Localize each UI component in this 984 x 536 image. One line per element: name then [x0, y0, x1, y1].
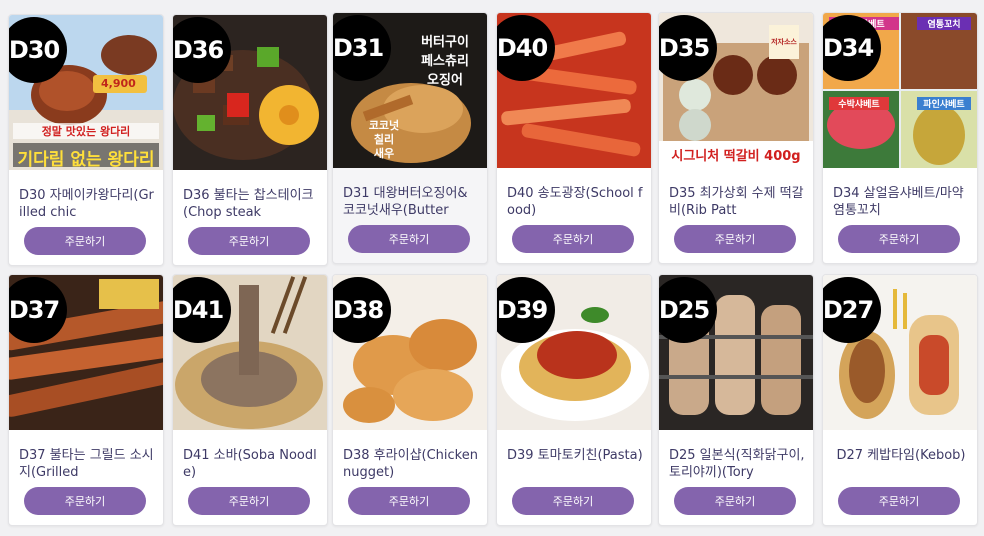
- menu-name: D31 대왕버터오징어&코코넛새우(Butter: [343, 186, 468, 218]
- order-button[interactable]: 주문하기: [24, 227, 146, 255]
- price-tag: 4,900: [101, 77, 136, 90]
- menu-card-d27[interactable]: D27 D27 케밥타임(Kebob) 주문하기: [822, 274, 978, 526]
- menu-name: D30 자메이카왕다리(Grilled chic: [19, 188, 154, 220]
- image-caption: 시그니처 떡갈비 400g: [671, 149, 801, 164]
- order-button[interactable]: 주문하기: [838, 225, 960, 253]
- image-caption: 파인샤베트: [917, 97, 971, 110]
- menu-card-d25[interactable]: D25 D25 일본식(직화닭구이,토리야끼)(Tory 주문하기: [658, 274, 814, 526]
- image-caption: 수박샤베트: [829, 97, 889, 110]
- menu-name: D25 일본식(직화닭구이,토리야끼)(Tory: [669, 448, 805, 480]
- order-button[interactable]: 주문하기: [188, 227, 310, 255]
- order-button[interactable]: 주문하기: [512, 487, 634, 515]
- menu-card-d34[interactable]: 망고샤베트 염통꼬치 수박샤베트 파인샤베트 D34 D34 살얼음샤베트/마약…: [822, 12, 978, 264]
- image-caption: 오징어: [427, 73, 463, 88]
- menu-card-d41[interactable]: D41 D41 소바(Soba Noodle) 주문하기: [172, 274, 328, 526]
- menu-card-d40[interactable]: D40 D40 송도광장(School food) 주문하기: [496, 12, 652, 264]
- order-button[interactable]: 주문하기: [674, 487, 796, 515]
- order-button[interactable]: 주문하기: [24, 487, 146, 515]
- menu-card-d31[interactable]: 버터구이 페스츄리 오징어 코코넛 칠리 새우 D31 D31 대왕버터오징어&…: [332, 12, 488, 264]
- menu-card-d39[interactable]: D39 D39 토마토키친(Pasta) 주문하기: [496, 274, 652, 526]
- image-caption: 저자소스: [771, 38, 797, 46]
- menu-card-d35[interactable]: 저자소스 시그니처 떡갈비 400g D35 D35 최가상회 수제 떡갈비(R…: [658, 12, 814, 264]
- menu-name: D39 토마토키친(Pasta): [507, 448, 643, 463]
- order-button[interactable]: 주문하기: [512, 225, 634, 253]
- menu-name: D35 최가상회 수제 떡갈비(Rib Patt: [669, 186, 804, 218]
- order-button[interactable]: 주문하기: [348, 487, 470, 515]
- menu-name: D41 소바(Soba Noodle): [183, 448, 317, 480]
- menu-name: D37 불타는 그릴드 소시지(Grilled: [19, 448, 154, 480]
- menu-card-d38[interactable]: D38 D38 후라이샵(Chicken nugget) 주문하기: [332, 274, 488, 526]
- image-caption: 버터구이: [421, 35, 469, 50]
- image-caption: 기다림 없는 왕다리: [17, 150, 155, 170]
- order-button[interactable]: 주문하기: [838, 487, 960, 515]
- image-caption: 정말 맛있는 왕다리: [41, 125, 131, 138]
- menu-name: D34 살얼음샤베트/마약염통꼬치: [833, 186, 964, 218]
- image-caption: 새우: [373, 147, 395, 160]
- image-caption: 염통꼬치: [917, 17, 971, 30]
- menu-name: D38 후라이샵(Chicken nugget): [343, 448, 478, 480]
- order-button[interactable]: 주문하기: [674, 225, 796, 253]
- menu-card-d30[interactable]: 4,900 정말 맛있는 왕다리 기다림 없는 왕다리 D30 D30 자메이카…: [8, 14, 164, 266]
- menu-name: D40 송도광장(School food): [507, 186, 643, 218]
- image-caption: 페스츄리: [421, 54, 469, 69]
- menu-name: D36 불타는 찹스테이크(Chop steak: [183, 188, 314, 220]
- order-button[interactable]: 주문하기: [188, 487, 310, 515]
- order-button[interactable]: 주문하기: [348, 225, 470, 253]
- menu-card-d37[interactable]: D37 D37 불타는 그릴드 소시지(Grilled 주문하기: [8, 274, 164, 526]
- menu-card-d36[interactable]: D36 D36 불타는 찹스테이크(Chop steak 주문하기: [172, 14, 328, 266]
- menu-name: D27 케밥타임(Kebob): [836, 448, 966, 463]
